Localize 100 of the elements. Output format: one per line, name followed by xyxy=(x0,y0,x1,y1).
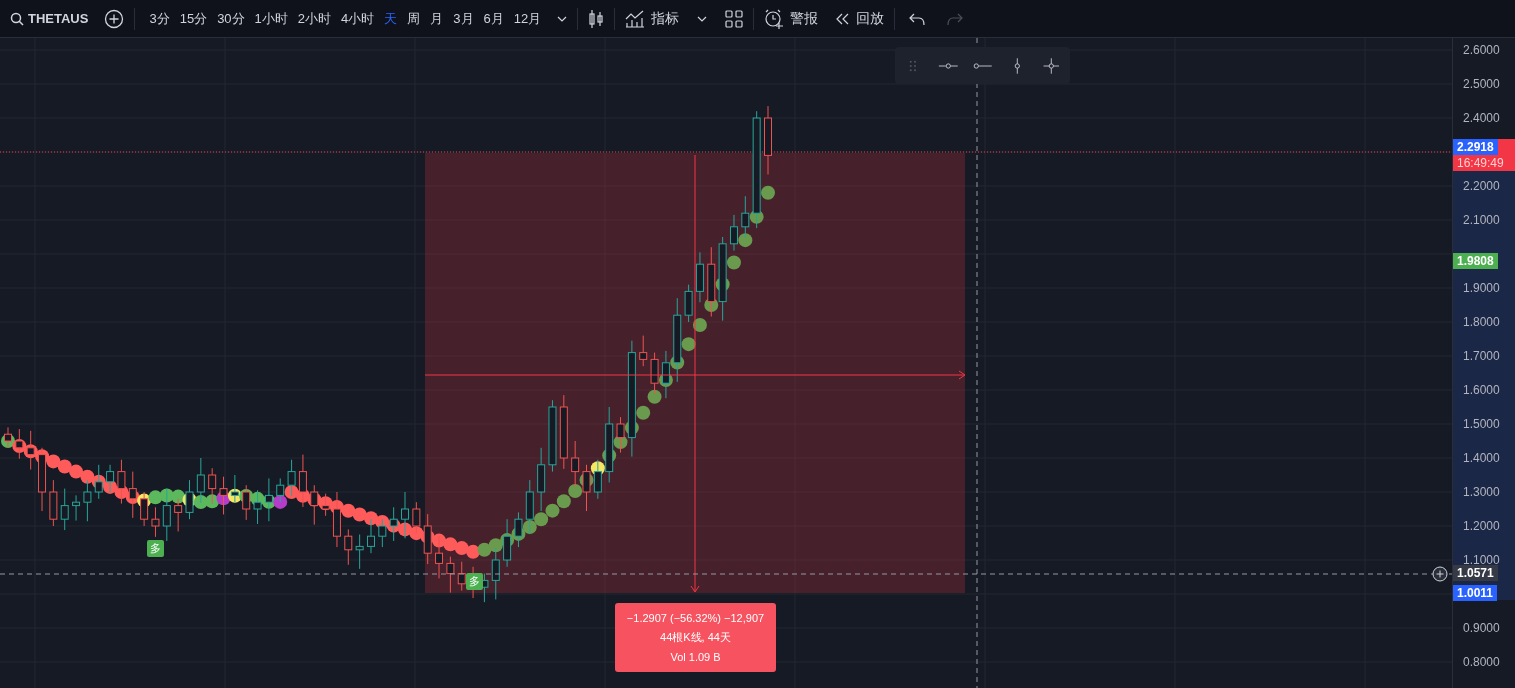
candle xyxy=(389,506,398,542)
interval-tab[interactable]: 12月 xyxy=(509,5,546,32)
price-label: 1.5000 xyxy=(1463,417,1500,431)
candle xyxy=(639,335,648,367)
indicator-dot xyxy=(681,337,696,352)
candle xyxy=(332,491,341,548)
candle xyxy=(514,511,523,548)
interval-tab[interactable]: 月 xyxy=(426,5,448,32)
price-label: 1.7000 xyxy=(1463,349,1500,363)
price-label: 0.8000 xyxy=(1463,655,1500,669)
indicator-dot xyxy=(761,185,775,200)
signal-marker: 多 xyxy=(466,573,483,590)
interval-tab[interactable]: 3月 xyxy=(449,5,478,32)
candle xyxy=(287,459,296,497)
candle xyxy=(15,428,24,460)
search-icon[interactable] xyxy=(10,11,24,26)
candle xyxy=(174,498,183,532)
candle xyxy=(140,491,149,527)
interval-tab[interactable]: 3分 xyxy=(145,5,174,32)
indicators-button[interactable]: 指标 xyxy=(625,8,680,29)
chevron-down-icon[interactable] xyxy=(697,15,708,22)
indicator-dot xyxy=(647,389,662,404)
indicator-dot xyxy=(454,541,469,556)
indicator-dot xyxy=(726,255,741,270)
price-label: 0.9000 xyxy=(1463,621,1500,635)
candle xyxy=(106,464,115,494)
volume-text: Vol 1.09 B xyxy=(670,649,721,665)
indicator-dot xyxy=(692,318,707,332)
price-label: 1.6000 xyxy=(1463,383,1500,397)
candle xyxy=(423,513,432,565)
grid-icon[interactable] xyxy=(725,9,744,28)
indicator-dot xyxy=(488,538,503,553)
candle xyxy=(264,477,273,522)
interval-tab[interactable]: 4小时 xyxy=(337,5,379,32)
indicator-dot xyxy=(352,507,367,522)
indicator-dot xyxy=(534,512,549,527)
candle xyxy=(503,518,512,568)
candle xyxy=(242,484,251,521)
price-label: 1.4000 xyxy=(1463,451,1500,465)
candle xyxy=(230,474,239,503)
candle xyxy=(650,352,659,395)
indicator-dot xyxy=(738,233,753,248)
candle xyxy=(344,528,353,566)
indicator-dot xyxy=(477,542,492,557)
signal-marker: 多 xyxy=(147,540,164,557)
candle xyxy=(764,105,772,175)
price-tag: 1.0011 xyxy=(1453,585,1498,601)
price-label: 1.3000 xyxy=(1463,485,1500,499)
indicator-dot xyxy=(636,405,651,420)
replay-button[interactable]: 回放 xyxy=(836,8,885,29)
candle xyxy=(49,479,58,527)
candle xyxy=(571,440,580,488)
indicator-dot xyxy=(466,544,481,559)
candle xyxy=(321,493,330,517)
candle xyxy=(128,471,137,519)
interval-tab[interactable]: 6月 xyxy=(479,5,508,32)
candle xyxy=(310,484,319,526)
candle xyxy=(401,491,409,539)
indicator-dot xyxy=(545,503,560,518)
candle xyxy=(94,464,103,500)
candle xyxy=(367,518,375,554)
candle xyxy=(253,489,262,525)
crosshair-icon[interactable] xyxy=(1041,55,1062,76)
chevron-down-icon[interactable] xyxy=(557,15,568,22)
interval-tab[interactable]: 周 xyxy=(403,5,425,32)
candle xyxy=(446,556,455,594)
price-label: 1.9000 xyxy=(1463,281,1500,295)
countdown-text: 16:49:49 xyxy=(1457,157,1504,170)
candle xyxy=(151,506,160,538)
undo-icon[interactable] xyxy=(909,11,926,26)
price-label: 2.6000 xyxy=(1463,43,1500,57)
candle xyxy=(276,477,285,503)
alarm-clock-icon[interactable] xyxy=(764,8,785,29)
indicator-dot xyxy=(522,519,537,534)
interval-tab[interactable]: 天 xyxy=(380,5,402,32)
price-label: 2.5000 xyxy=(1463,77,1500,91)
add-icon[interactable] xyxy=(104,8,125,29)
candlestick-icon[interactable] xyxy=(588,8,605,29)
indicator-dot xyxy=(443,537,458,552)
indicator-dot xyxy=(46,454,61,469)
symbol-search-button[interactable]: THETAUS xyxy=(10,8,89,29)
chart-line-icon[interactable] xyxy=(625,9,646,28)
indicator-dot xyxy=(568,484,583,499)
interval-tab[interactable]: 15分 xyxy=(175,5,212,32)
candle xyxy=(695,251,704,303)
indicator-dot xyxy=(148,490,163,505)
interval-tab[interactable]: 1小时 xyxy=(250,5,292,32)
interval-tab[interactable]: 2小时 xyxy=(293,5,336,32)
candle xyxy=(72,494,81,522)
price-change-text: −1.2907 (−56.32%) −12,907 xyxy=(626,610,765,626)
candle xyxy=(661,350,670,399)
price-label: 1.8000 xyxy=(1463,315,1500,329)
indicator-dot xyxy=(159,488,174,503)
alert-button[interactable]: 警报 xyxy=(764,8,819,29)
candle xyxy=(593,459,602,500)
interval-tab[interactable]: 30分 xyxy=(213,5,249,32)
price-tag: 1.9808 xyxy=(1453,253,1498,269)
candle xyxy=(582,464,591,512)
rewind-icon[interactable] xyxy=(836,12,851,25)
add-icon[interactable] xyxy=(1432,566,1448,582)
